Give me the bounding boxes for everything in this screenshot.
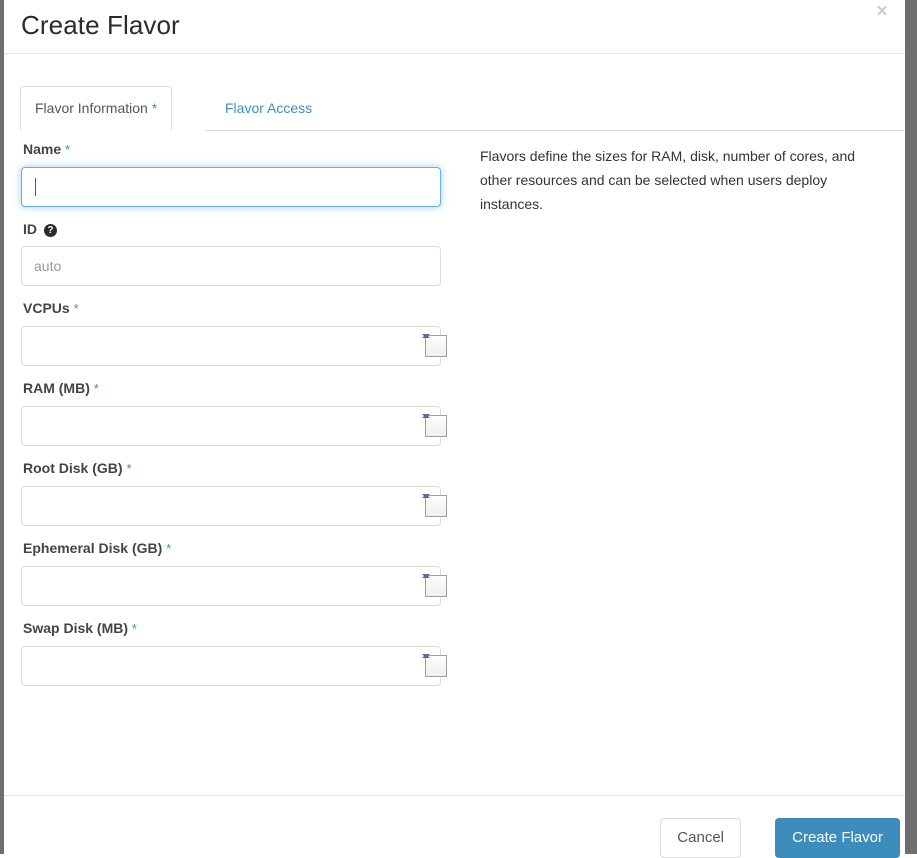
ephemeral-disk-input[interactable] — [21, 566, 441, 606]
input-holder-vcpus — [21, 326, 461, 366]
label-swap-disk: Swap Disk (MB) * — [23, 618, 461, 639]
input-holder-id — [21, 246, 461, 286]
create-flavor-button[interactable]: Create Flavor — [775, 818, 900, 858]
create-flavor-modal: Create Flavor × Flavor Information * Fla… — [4, 0, 905, 858]
root-disk-stepper[interactable] — [422, 494, 447, 517]
label-root-disk: Root Disk (GB) * — [23, 458, 461, 479]
label-vcpus: VCPUs * — [23, 298, 461, 319]
modal-header: Create Flavor × — [4, 0, 905, 54]
label-root-disk-text: Root Disk (GB) — [23, 460, 123, 476]
help-circle-icon[interactable]: ? — [43, 224, 57, 237]
label-ram-required: * — [93, 381, 99, 396]
modal-footer: Cancel Create Flavor — [4, 795, 905, 858]
cancel-button[interactable]: Cancel — [660, 818, 741, 858]
label-swap-disk-required: * — [131, 621, 137, 636]
label-id-text: ID — [23, 221, 37, 237]
input-holder-swap-disk — [21, 646, 461, 686]
label-name-text: Name — [23, 141, 62, 157]
field-group-vcpus: VCPUs * — [21, 298, 461, 366]
label-ram: RAM (MB) * — [23, 378, 461, 399]
id-input[interactable] — [21, 246, 441, 286]
ram-stepper[interactable] — [422, 414, 447, 437]
description-column: Flavors define the sizes for RAM, disk, … — [480, 144, 890, 216]
label-root-disk-required: * — [126, 461, 132, 476]
label-ephemeral-disk: Ephemeral Disk (GB) * — [23, 538, 461, 559]
page-root: Create Flavor × Flavor Information * Fla… — [0, 0, 917, 858]
label-swap-disk-text: Swap Disk (MB) — [23, 620, 129, 636]
field-group-ram: RAM (MB) * — [21, 378, 461, 446]
label-ephemeral-disk-required: * — [166, 541, 172, 556]
swap-disk-stepper[interactable] — [422, 654, 447, 677]
backdrop-strip-right — [905, 0, 917, 854]
name-input[interactable] — [21, 167, 441, 207]
input-holder-ram — [21, 406, 461, 446]
field-group-name: Name * — [21, 139, 461, 207]
input-holder-name — [21, 167, 461, 207]
ephemeral-disk-stepper[interactable] — [422, 574, 447, 597]
field-group-root-disk: Root Disk (GB) * — [21, 458, 461, 526]
label-vcpus-text: VCPUs — [23, 300, 70, 316]
field-group-id: ID ? — [21, 219, 461, 286]
label-name-required: * — [65, 142, 71, 157]
tab-flavor-information[interactable]: Flavor Information * — [20, 86, 173, 131]
vcpus-stepper[interactable] — [422, 334, 447, 357]
form-column: Name * ID ? auto VCPUs * RAM (MB) * Root… — [21, 139, 461, 698]
close-icon[interactable]: × — [871, 1, 893, 23]
vcpus-input[interactable] — [21, 326, 441, 366]
tab-flavor-access-label: Flavor Access — [225, 100, 313, 116]
swap-disk-input[interactable] — [21, 646, 441, 686]
input-holder-ephemeral-disk — [21, 566, 461, 606]
page-title: Create Flavor — [21, 10, 180, 40]
label-ephemeral-disk-text: Ephemeral Disk (GB) — [23, 540, 163, 556]
tab-flavor-information-label: Flavor Information — [35, 100, 148, 116]
label-name: Name * — [23, 139, 461, 160]
tab-bar: Flavor Information * Flavor Access — [4, 84, 905, 131]
ram-input[interactable] — [21, 406, 441, 446]
text-caret — [35, 178, 36, 196]
root-disk-input[interactable] — [21, 486, 441, 526]
input-holder-root-disk — [21, 486, 461, 526]
tab-flavor-access[interactable]: Flavor Access — [210, 86, 327, 131]
label-vcpus-required: * — [73, 301, 79, 316]
field-group-ephemeral-disk: Ephemeral Disk (GB) * — [21, 538, 461, 606]
label-ram-text: RAM (MB) — [23, 380, 90, 396]
field-group-swap-disk: Swap Disk (MB) * — [21, 618, 461, 686]
label-id: ID ? — [23, 219, 461, 239]
flavor-description-text: Flavors define the sizes for RAM, disk, … — [480, 148, 856, 212]
tab-flavor-information-required: * — [151, 100, 158, 116]
